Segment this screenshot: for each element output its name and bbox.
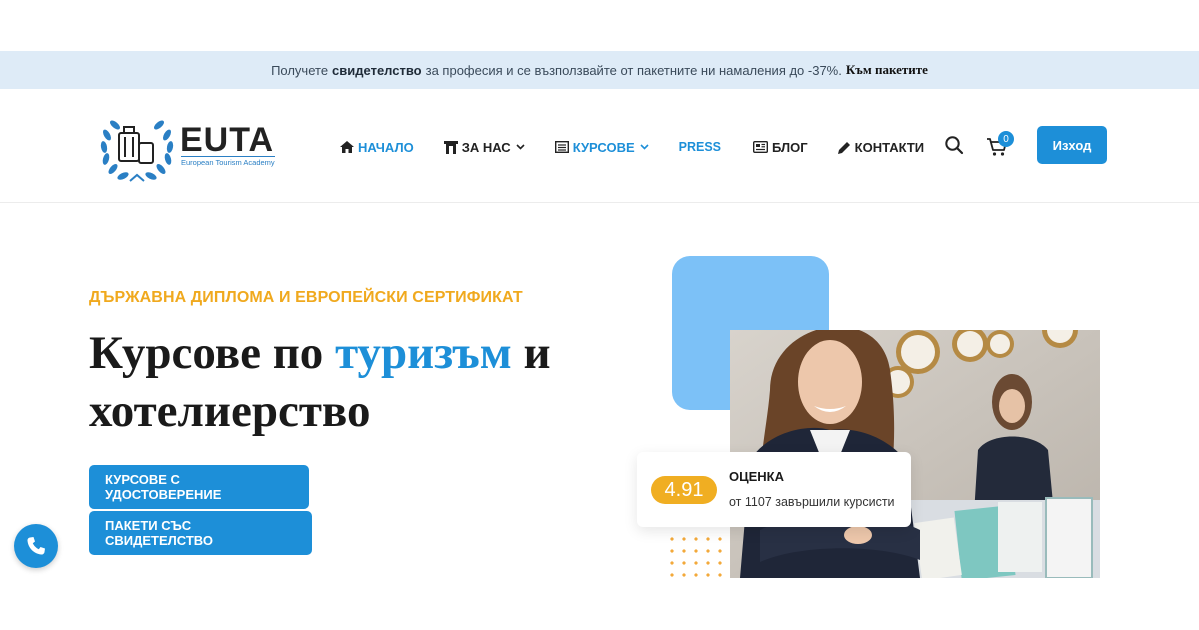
decorative-dots xyxy=(666,533,726,581)
rating-subtitle: от 1107 завършили курсисти xyxy=(729,495,895,509)
promo-bar: Получете свидетелство за професия и се в… xyxy=(0,51,1199,89)
newspaper-icon xyxy=(753,141,769,153)
promo-text-after: за професия и се възползвайте от пакетни… xyxy=(425,62,842,78)
promo-text-bold: свидетелство xyxy=(332,62,422,78)
building-icon xyxy=(443,140,458,154)
site-logo[interactable]: EUTA European Tourism Academy xyxy=(97,107,277,187)
promo-text-before: Получете xyxy=(271,62,329,78)
logout-button[interactable]: Изход xyxy=(1037,126,1107,164)
nav-item-label: ЗА НАС xyxy=(461,139,511,155)
nav-item-press[interactable]: PRESS xyxy=(679,140,721,154)
hero-title: Курсове по туризъм и хотелиерство xyxy=(89,324,609,440)
rating-title: ОЦЕНКА xyxy=(729,469,784,484)
nav-item-courses[interactable]: КУРСОВЕ xyxy=(554,139,649,155)
pencil-icon xyxy=(837,141,851,154)
laurel-emblem-icon xyxy=(100,120,174,182)
cart-count-badge: 0 xyxy=(998,131,1014,147)
logo-title: EUTA xyxy=(180,121,275,159)
chevron-down-icon xyxy=(516,144,525,150)
hero-media: 4.91 ОЦЕНКА от 1107 завършили курсисти xyxy=(630,250,1110,585)
nav-item-label: БЛОГ xyxy=(772,139,808,155)
promo-packages-link[interactable]: Към пакетите xyxy=(846,62,928,78)
main-nav: НАЧАЛО ЗА НАС КУРСОВЕ PRESS БЛОГ КОНТАКТ… xyxy=(340,137,954,157)
nav-item-about[interactable]: ЗА НАС xyxy=(443,139,525,155)
list-icon xyxy=(554,141,569,153)
nav-item-label: КОНТАКТИ xyxy=(854,139,925,155)
logo-subtitle: European Tourism Academy xyxy=(181,156,275,167)
courses-with-certificate-button[interactable]: КУРСОВЕ С УДОСТОВЕРЕНИЕ xyxy=(89,465,309,509)
nav-item-label: НАЧАЛО xyxy=(358,139,414,155)
packages-with-diploma-button[interactable]: ПАКЕТИ СЪС СВИДЕТЕЛСТВО xyxy=(89,511,312,555)
rating-value-badge: 4.91 xyxy=(651,476,717,504)
nav-item-contacts[interactable]: КОНТАКТИ xyxy=(837,139,925,155)
search-icon[interactable] xyxy=(944,135,964,155)
home-icon xyxy=(340,141,354,153)
phone-icon xyxy=(27,537,45,555)
chevron-down-icon xyxy=(640,144,649,150)
hero-title-accent: туризъм xyxy=(335,327,512,379)
site-header: EUTA European Tourism Academy НАЧАЛО ЗА … xyxy=(0,89,1199,203)
hero-title-part1: Курсове по xyxy=(89,327,324,379)
rating-card: 4.91 ОЦЕНКА от 1107 завършили курсисти xyxy=(637,452,911,527)
nav-item-label: КУРСОВЕ xyxy=(572,139,635,155)
phone-call-button[interactable] xyxy=(14,524,58,568)
hero-eyebrow: ДЪРЖАВНА ДИПЛОМА И ЕВРОПЕЙСКИ СЕРТИФИКАТ xyxy=(89,289,523,306)
nav-item-blog[interactable]: БЛОГ xyxy=(753,140,808,155)
nav-item-home[interactable]: НАЧАЛО xyxy=(340,140,414,155)
